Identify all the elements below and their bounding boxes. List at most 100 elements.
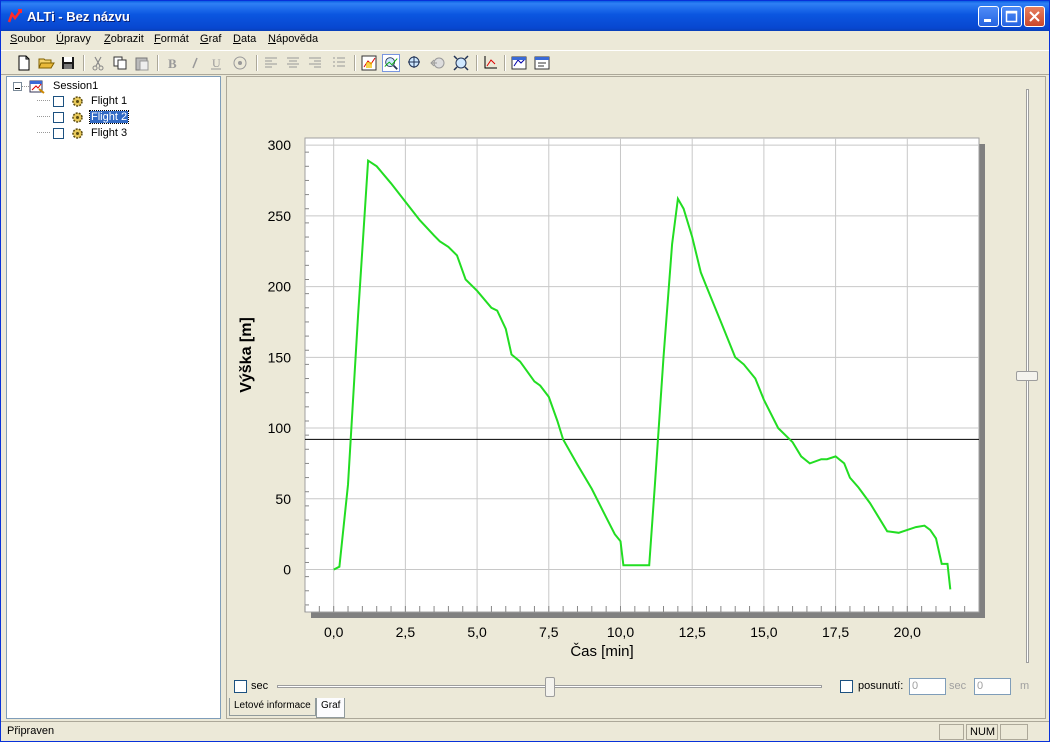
session-tree: Session1 Flight 1 Flight 2 Flight 3 (6, 76, 221, 719)
flight-2-checkbox[interactable] (53, 112, 64, 123)
svg-text:U: U (212, 56, 221, 70)
italic-icon[interactable] (185, 54, 203, 72)
menu-graf[interactable]: Graf (200, 33, 221, 45)
status-text: Připraven (7, 725, 55, 737)
toolbar-separator (83, 55, 85, 71)
toolbar-separator (256, 55, 258, 71)
y-tick-label: 300 (268, 137, 292, 153)
y-axis-label: Výška [m] (238, 317, 255, 393)
x-tick-label: 7,5 (539, 624, 559, 640)
y-tick-label: 0 (283, 562, 291, 578)
zoom-move-icon[interactable] (406, 54, 424, 72)
shift-m-unit: m (1020, 680, 1030, 692)
vertical-slider-thumb[interactable] (1016, 371, 1038, 381)
time-slider-thumb[interactable] (545, 677, 555, 697)
shift-sec-input[interactable]: 0 (909, 678, 946, 695)
title-bar[interactable]: ALTi - Bez názvu (1, 1, 1049, 31)
minimize-button[interactable] (978, 6, 999, 27)
y-tick-label: 100 (268, 420, 292, 436)
status-bar: Připraven NUM (1, 721, 1049, 741)
y-tick-label: 250 (268, 208, 292, 224)
menu-napoveda[interactable]: Nápověda (268, 33, 318, 45)
properties-icon[interactable] (533, 54, 551, 72)
gear-icon (72, 112, 83, 123)
underline-icon[interactable]: U (207, 54, 225, 72)
maximize-icon (1005, 10, 1018, 23)
maximize-button[interactable] (1001, 6, 1022, 27)
minus-icon (15, 88, 20, 89)
menu-soubor[interactable]: Soubor (10, 33, 45, 45)
flight-1-checkbox[interactable] (53, 96, 64, 107)
tab-graph[interactable]: Graf (316, 698, 346, 718)
close-icon (1029, 11, 1040, 22)
align-center-icon[interactable] (284, 54, 302, 72)
x-tick-label: 15,0 (750, 624, 777, 640)
bold-icon[interactable]: B (163, 54, 181, 72)
plot-area (304, 137, 980, 613)
session-icon (29, 80, 45, 94)
tree-item-flight-2[interactable]: Flight 2 (53, 110, 213, 125)
x-tick-label: 5,0 (467, 624, 487, 640)
y-tick-label: 200 (268, 279, 292, 295)
zoom-back-icon[interactable] (429, 54, 447, 72)
view-tabs: Letové informace Graf (226, 698, 1046, 718)
app-logo-icon (7, 9, 22, 23)
zoom-in-icon[interactable] (382, 54, 400, 72)
tree-item-flight-3[interactable]: Flight 3 (53, 127, 213, 141)
window-title: ALTi - Bez názvu (27, 9, 130, 24)
x-tick-label: 10,0 (607, 624, 634, 640)
save-icon[interactable] (59, 54, 77, 72)
toolbar-separator (504, 55, 506, 71)
shift-sec-unit: sec (949, 680, 967, 692)
open-icon[interactable] (37, 54, 55, 72)
flight-3-checkbox[interactable] (53, 128, 64, 139)
tree-item-label: Flight 3 (91, 127, 128, 139)
toolbar-separator (157, 55, 159, 71)
tab-flight-info[interactable]: Letové informace (229, 698, 316, 716)
tree-root-label[interactable]: Session1 (52, 80, 99, 92)
menu-bar: Soubor Úpravy Zobrazit Formát Graf Data … (1, 31, 1049, 50)
tree-item-label: Flight 1 (91, 95, 128, 107)
status-num: NUM (966, 724, 998, 740)
list-icon[interactable] (330, 54, 348, 72)
graph-settings-icon[interactable] (360, 54, 378, 72)
status-panel-empty (1000, 724, 1028, 740)
chart-options-icon[interactable] (510, 54, 528, 72)
menu-upravy[interactable]: Úpravy (56, 33, 91, 45)
sec-checkbox[interactable] (234, 680, 247, 693)
y-tick-label: 50 (275, 491, 291, 507)
altitude-chart[interactable]: 0 50 100 150 200 250 300 0,0 2,5 5,0 7,5 10,0 12,5 15… (227, 77, 1007, 677)
x-tick-label: 0,0 (324, 624, 344, 640)
paste-icon[interactable] (133, 54, 151, 72)
tree-item-flight-1[interactable]: Flight 1 (53, 95, 213, 109)
align-right-icon[interactable] (306, 54, 324, 72)
app-window: ALTi - Bez názvu Soubor Úpravy Zobrazit … (0, 0, 1050, 742)
toolbar-separator (354, 55, 356, 71)
status-panel-empty (939, 724, 964, 740)
x-tick-label: 2,5 (396, 624, 416, 640)
copy-icon[interactable] (111, 54, 129, 72)
menu-zobrazit[interactable]: Zobrazit (104, 33, 144, 45)
menu-data[interactable]: Data (233, 33, 256, 45)
sec-label: sec (251, 680, 269, 692)
zoom-fit-icon[interactable] (452, 54, 470, 72)
shift-checkbox[interactable] (840, 680, 853, 693)
gear-icon (72, 128, 83, 139)
x-tick-label: 17,5 (822, 624, 849, 640)
align-left-icon[interactable] (262, 54, 280, 72)
minimize-icon (984, 19, 991, 22)
menu-format[interactable]: Formát (154, 33, 189, 45)
y-tick-label: 150 (268, 349, 292, 365)
new-icon[interactable] (15, 54, 33, 72)
axis-icon[interactable] (481, 54, 499, 72)
x-tick-label: 20,0 (894, 624, 921, 640)
svg-text:B: B (168, 56, 177, 71)
gear-icon (72, 96, 83, 107)
shift-m-input[interactable]: 0 (974, 678, 1011, 695)
tree-expander[interactable] (13, 82, 22, 91)
cut-icon[interactable] (89, 54, 107, 72)
close-button[interactable] (1024, 6, 1045, 27)
font-icon[interactable] (231, 54, 249, 72)
shift-label: posunutí: (858, 680, 904, 692)
graph-bottom-controls: sec posunutí: 0 sec 0 m (227, 677, 1045, 697)
